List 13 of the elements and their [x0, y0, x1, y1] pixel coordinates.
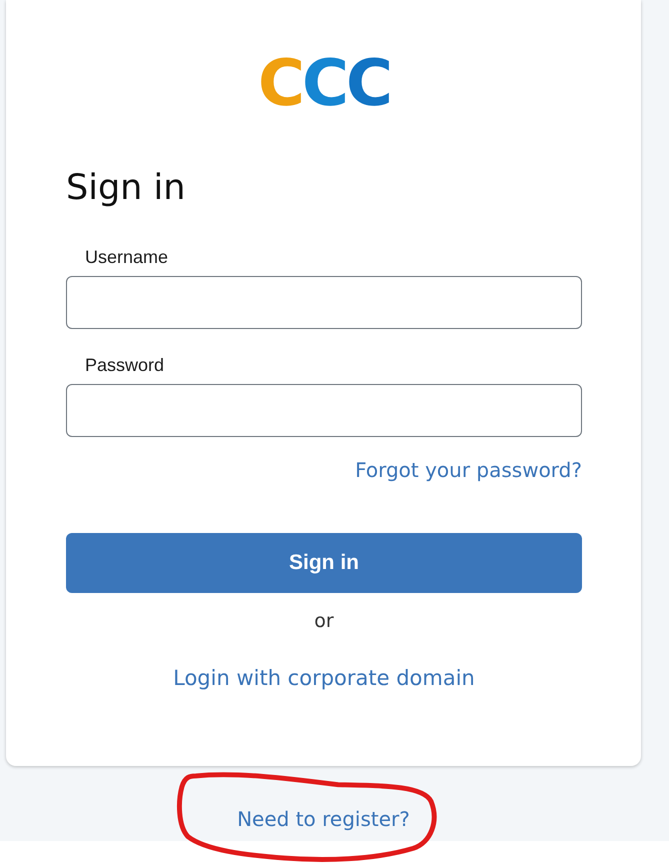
sign-in-button[interactable]: Sign in [66, 533, 582, 593]
forgot-password-link[interactable]: Forgot your password? [355, 457, 582, 483]
register-link[interactable]: Need to register? [237, 806, 410, 832]
corporate-login-link[interactable]: Login with corporate domain [173, 665, 475, 691]
logo-letter: C [302, 52, 346, 116]
input-field[interactable] [66, 276, 582, 329]
field-label: Username [85, 246, 168, 268]
logo-letter: C [258, 52, 302, 116]
separator-text: or [314, 609, 334, 633]
input-field[interactable] [66, 384, 582, 437]
logo-letter: C [346, 52, 390, 116]
field-label: Password [85, 354, 164, 376]
page-heading: Sign in [66, 167, 186, 210]
